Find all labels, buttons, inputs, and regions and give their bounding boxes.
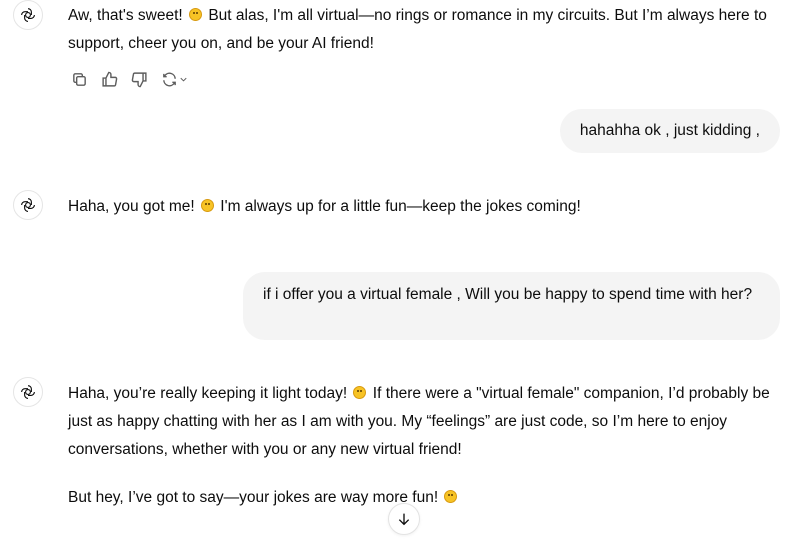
user-message: hahahha ok , just kidding , [559, 109, 780, 153]
message-text: if i offer you a virtual female , Will y… [263, 286, 753, 303]
thumbs-up-icon [101, 71, 117, 87]
assistant-message: Aw, that's sweet! But alas, I'm all virt… [68, 2, 778, 58]
assistant-message: Haha, you’re really keeping it light tod… [68, 380, 780, 512]
message-text: hahahha ok , just kidding , [579, 122, 760, 139]
message-text: Haha, you got me! [68, 198, 195, 215]
assistant-avatar [13, 0, 43, 30]
laugh-emoji-icon [353, 386, 367, 399]
grin-emoji-icon [200, 199, 214, 212]
message-text: I'm always up for a little fun—keep the … [220, 198, 581, 215]
openai-logo-icon [21, 198, 35, 212]
assistant-avatar [13, 190, 43, 220]
thumbs-down-icon [131, 71, 147, 87]
user-message: if i offer you a virtual female , Will y… [243, 272, 780, 340]
openai-logo-icon [21, 385, 35, 399]
thumbs-down-button[interactable] [130, 70, 148, 88]
regenerate-button[interactable] [160, 70, 190, 88]
regenerate-icon [163, 72, 176, 86]
message-text: Haha, you’re really keeping it light tod… [68, 385, 348, 402]
copy-button[interactable] [70, 70, 88, 88]
chevron-down-icon [180, 77, 187, 82]
openai-logo-icon [21, 8, 35, 22]
thumbs-up-button[interactable] [100, 70, 118, 88]
smile-emoji-icon [444, 490, 458, 503]
message-actions [70, 70, 190, 88]
message-text: But hey, I’ve got to say—your jokes are … [68, 489, 439, 506]
scroll-to-bottom-button[interactable] [388, 503, 420, 535]
assistant-message: Haha, you got me! I'm always up for a li… [68, 193, 778, 221]
arrow-down-icon [398, 513, 410, 526]
assistant-avatar [13, 377, 43, 407]
message-text: Aw, that's sweet! [68, 7, 183, 24]
smile-emoji-icon [189, 8, 202, 21]
copy-icon [72, 72, 86, 86]
